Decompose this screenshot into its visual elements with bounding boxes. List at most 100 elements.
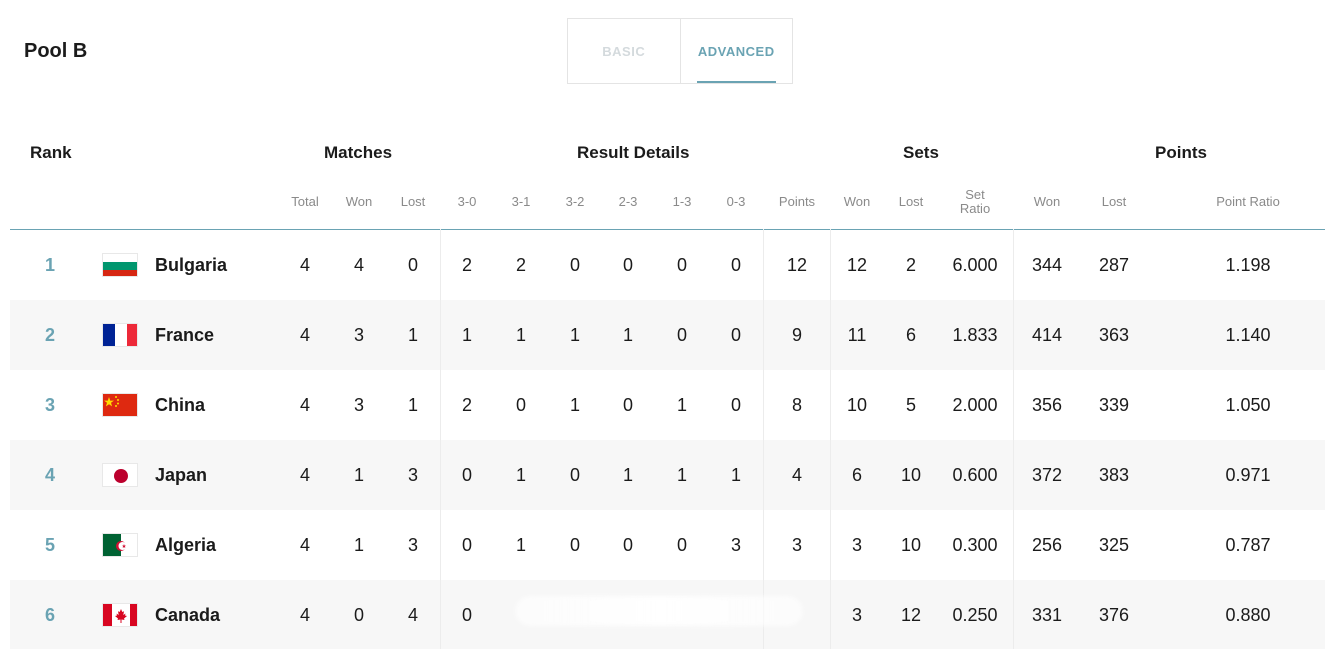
sets-lost-cell: 6 bbox=[905, 325, 917, 345]
lost-cell: 1 bbox=[407, 325, 419, 345]
r30-cell: 0 bbox=[461, 605, 473, 625]
set-ratio-subheader-line1: Set bbox=[965, 187, 985, 202]
points-cell: 9 bbox=[791, 325, 803, 345]
r30-cell: 0 bbox=[461, 535, 473, 555]
r30-cell: 2 bbox=[461, 255, 473, 275]
sets-header: Sets bbox=[903, 143, 939, 162]
r32-cell: 0 bbox=[569, 255, 581, 275]
rank-cell: 1 bbox=[44, 255, 56, 275]
rank-cell: 4 bbox=[44, 465, 56, 485]
team-name[interactable]: China bbox=[155, 370, 205, 440]
r03-cell: 0 bbox=[730, 395, 742, 415]
r30-cell: 1 bbox=[461, 325, 473, 345]
points-won-cell: 331 bbox=[1031, 605, 1063, 625]
r32-cell: 0 bbox=[569, 535, 581, 555]
r31-cell: 1 bbox=[515, 465, 527, 485]
table-row[interactable]: 3 China 4 3 1 2 0 1 0 1 0 8 10 5 2.000 3… bbox=[10, 370, 1325, 440]
lost-cell: 4 bbox=[407, 605, 419, 625]
won-cell: 1 bbox=[353, 465, 365, 485]
sets-lost-subheader: Lost bbox=[898, 194, 924, 209]
sets-won-cell: 3 bbox=[851, 605, 863, 625]
sets-won-cell: 11 bbox=[847, 325, 867, 345]
set-ratio-cell: 2.000 bbox=[952, 395, 998, 415]
table-row[interactable]: 2 France 4 3 1 1 1 1 1 0 0 9 11 6 1.833 … bbox=[10, 300, 1325, 370]
page-title: Pool B bbox=[24, 40, 88, 62]
sets-won-cell: 10 bbox=[846, 395, 868, 415]
won-cell: 0 bbox=[353, 605, 365, 625]
r13-cell: 0 bbox=[676, 535, 688, 555]
point-ratio-cell: 1.050 bbox=[1225, 395, 1271, 415]
set-ratio-cell: 6.000 bbox=[952, 255, 998, 275]
points-lost-cell: 383 bbox=[1098, 465, 1130, 485]
column-divider bbox=[830, 229, 831, 649]
points-cell: 4 bbox=[791, 465, 803, 485]
won-cell: 4 bbox=[353, 255, 365, 275]
r23-subheader: 2-3 bbox=[618, 194, 638, 209]
set-ratio-cell: 0.300 bbox=[952, 535, 998, 555]
bulgaria-flag-icon bbox=[102, 253, 138, 277]
lost-subheader: Lost bbox=[400, 194, 426, 209]
points-lost-cell: 325 bbox=[1098, 535, 1130, 555]
r31-cell: 0 bbox=[515, 395, 527, 415]
lost-cell: 3 bbox=[407, 465, 419, 485]
point-ratio-cell: 1.198 bbox=[1225, 255, 1271, 275]
r30-subheader: 3-0 bbox=[457, 194, 477, 209]
r03-cell: 0 bbox=[730, 325, 742, 345]
points-cell: 3 bbox=[791, 535, 803, 555]
rank-cell: 6 bbox=[44, 605, 56, 625]
point-ratio-cell: 0.971 bbox=[1225, 465, 1271, 485]
rank-cell: 3 bbox=[44, 395, 56, 415]
r13-cell: 0 bbox=[676, 255, 688, 275]
r32-cell: 1 bbox=[569, 395, 581, 415]
lost-cell: 1 bbox=[407, 395, 419, 415]
r13-cell: 1 bbox=[676, 395, 688, 415]
r31-cell: 2 bbox=[515, 255, 527, 275]
japan-flag-icon bbox=[102, 463, 138, 487]
points-lost-subheader: Lost bbox=[1101, 194, 1127, 209]
sets-lost-cell: 10 bbox=[900, 465, 922, 485]
points-won-cell: 344 bbox=[1031, 255, 1063, 275]
table-row[interactable]: 5 Algeria 4 1 3 0 1 0 0 0 3 3 3 10 0.300… bbox=[10, 510, 1325, 580]
total-cell: 4 bbox=[299, 255, 311, 275]
sets-lost-cell: 12 bbox=[900, 605, 922, 625]
team-name[interactable]: Bulgaria bbox=[155, 230, 227, 300]
france-flag-icon bbox=[102, 323, 138, 347]
team-name[interactable]: France bbox=[155, 300, 214, 370]
basic-tab[interactable]: BASIC bbox=[568, 19, 681, 83]
sets-lost-cell: 10 bbox=[900, 535, 922, 555]
advanced-tab[interactable]: ADVANCED bbox=[681, 19, 793, 83]
total-cell: 4 bbox=[299, 535, 311, 555]
algeria-flag-icon bbox=[102, 533, 138, 557]
total-cell: 4 bbox=[299, 605, 311, 625]
r03-cell: 3 bbox=[730, 535, 742, 555]
r32-cell: 1 bbox=[569, 325, 581, 345]
point-ratio-cell: 0.787 bbox=[1225, 535, 1271, 555]
table-row[interactable]: 4 Japan 4 1 3 0 1 0 1 1 1 4 6 10 0.600 3… bbox=[10, 440, 1325, 510]
overlay-artifact bbox=[515, 596, 803, 626]
column-divider bbox=[440, 229, 441, 649]
r23-cell: 0 bbox=[622, 535, 634, 555]
won-subheader: Won bbox=[345, 194, 373, 209]
r30-cell: 0 bbox=[461, 465, 473, 485]
total-subheader: Total bbox=[291, 194, 319, 209]
team-name[interactable]: Canada bbox=[155, 580, 220, 649]
point-ratio-cell: 0.880 bbox=[1225, 605, 1271, 625]
won-cell: 3 bbox=[353, 325, 365, 345]
r32-subheader: 3-2 bbox=[565, 194, 585, 209]
lost-cell: 0 bbox=[407, 255, 419, 275]
r31-cell: 1 bbox=[515, 325, 527, 345]
total-cell: 4 bbox=[299, 395, 311, 415]
china-flag-icon bbox=[102, 393, 138, 417]
r23-cell: 1 bbox=[622, 325, 634, 345]
points-subheader: Points bbox=[778, 194, 816, 209]
sets-won-cell: 12 bbox=[846, 255, 868, 275]
points-won-cell: 372 bbox=[1031, 465, 1063, 485]
table-row[interactable]: 1 Bulgaria 4 4 0 2 2 0 0 0 0 12 12 2 6.0… bbox=[10, 230, 1325, 300]
team-name[interactable]: Japan bbox=[155, 440, 207, 510]
sets-won-cell: 6 bbox=[851, 465, 863, 485]
points-won-cell: 356 bbox=[1031, 395, 1063, 415]
team-name[interactable]: Algeria bbox=[155, 510, 216, 580]
set-ratio-subheader-line2: Ratio bbox=[959, 201, 991, 216]
sets-lost-cell: 2 bbox=[905, 255, 917, 275]
sets-won-cell: 3 bbox=[851, 535, 863, 555]
